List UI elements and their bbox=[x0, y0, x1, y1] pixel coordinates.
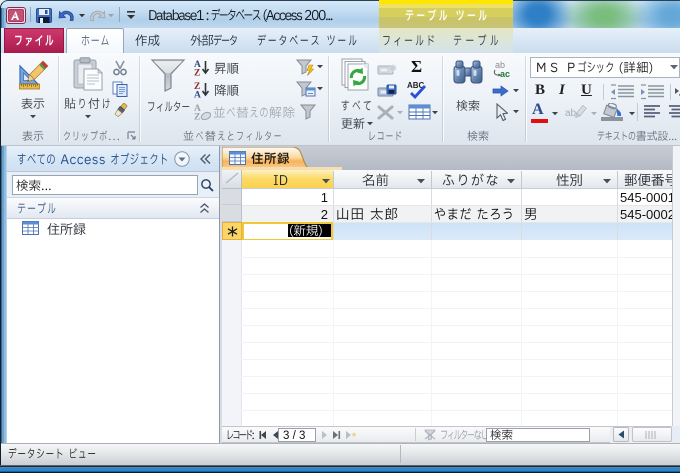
svg-text:ab: ab bbox=[565, 108, 577, 119]
svg-text:Z: Z bbox=[194, 69, 200, 78]
svg-text:A: A bbox=[194, 91, 201, 100]
svg-text:ac: ac bbox=[500, 69, 510, 78]
svg-text:Z: Z bbox=[194, 113, 200, 122]
